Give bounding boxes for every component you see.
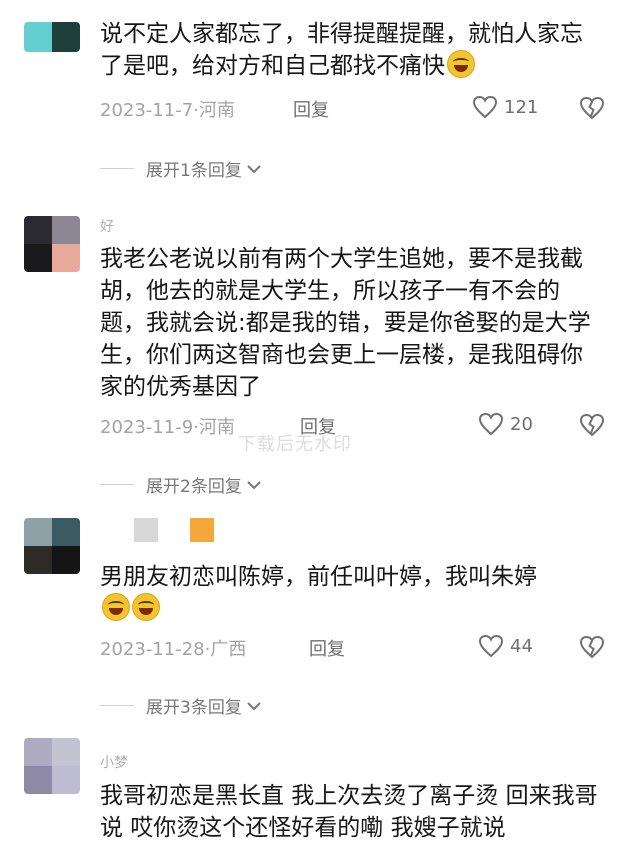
- like-count: 121: [504, 96, 539, 118]
- expand-replies-button[interactable]: 展开3条回复: [100, 693, 262, 718]
- comment-meta: 2023-11-7·河南: [100, 96, 235, 122]
- avatar[interactable]: [24, 518, 80, 574]
- expand-replies-label: 展开2条回复: [146, 477, 242, 497]
- avatar[interactable]: [24, 216, 80, 272]
- username-badge: [134, 518, 158, 542]
- comment-text-content: 说不定人家都忘了，非得提醒提醒，就怕人家忘了是吧，给对方和自己都找不痛快: [100, 21, 583, 79]
- avatar-block: [24, 518, 52, 546]
- comment-location: 河南: [198, 100, 235, 121]
- avatar-block: [24, 546, 52, 574]
- avatar-block: [52, 546, 80, 574]
- comment-meta: 2023-11-28·广西: [100, 635, 246, 661]
- chevron-down-icon: [247, 480, 261, 489]
- laughing-emoji-icon: [447, 50, 475, 78]
- broken-heart-icon[interactable]: [579, 635, 605, 659]
- expand-divider: [100, 168, 134, 169]
- reply-button[interactable]: 回复: [309, 635, 345, 661]
- laughing-emoji-icon: [102, 593, 130, 621]
- heart-outline-icon: [478, 412, 504, 436]
- broken-heart-icon[interactable]: [579, 413, 605, 437]
- avatar-block: [52, 738, 80, 766]
- like-count: 20: [510, 413, 533, 435]
- laughing-emoji-icon: [132, 593, 160, 621]
- avatar-block: [24, 22, 52, 52]
- expand-divider: [100, 484, 134, 485]
- avatar-block: [24, 244, 52, 272]
- avatar-block: [52, 518, 80, 546]
- expand-replies-label: 展开1条回复: [146, 161, 242, 181]
- comment-text-content: 男朋友初恋叫陈婷，前任叫叶婷，我叫朱婷: [100, 564, 537, 590]
- comment-text: 说不定人家都忘了，非得提醒提醒，就怕人家忘了是吧，给对方和自己都找不痛快: [100, 18, 600, 82]
- expand-replies-label: 展开3条回复: [146, 698, 242, 718]
- like-button[interactable]: 121: [472, 95, 538, 119]
- expand-replies-button[interactable]: 展开1条回复: [100, 156, 262, 181]
- username-badge: [190, 518, 214, 542]
- chevron-down-icon: [247, 164, 261, 173]
- like-button[interactable]: 44: [478, 634, 533, 658]
- avatar-block: [52, 244, 80, 272]
- comment-text: 我老公老说以前有两个大学生追她，要不是我截胡，他去的就是大学生，所以孩子一有不会…: [100, 246, 591, 400]
- avatar-block: [52, 216, 80, 244]
- comment-username[interactable]: 小梦: [100, 752, 128, 772]
- comment-meta: 2023-11-9·河南: [100, 413, 235, 439]
- avatar-block: [52, 22, 80, 52]
- heart-outline-icon: [472, 95, 498, 119]
- avatar-block: [24, 766, 52, 794]
- comment-username[interactable]: 好: [100, 216, 114, 236]
- avatar[interactable]: [24, 738, 80, 794]
- avatar-block: [52, 766, 80, 794]
- comment-date: 2023-11-9: [100, 417, 194, 438]
- chevron-down-icon: [247, 701, 261, 710]
- comment-location: 广西: [210, 639, 247, 660]
- comment-text: 男朋友初恋叫陈婷，前任叫叶婷，我叫朱婷: [100, 561, 600, 625]
- avatar[interactable]: [24, 22, 80, 52]
- comment-location: 河南: [198, 417, 235, 438]
- reply-button[interactable]: 回复: [293, 96, 329, 122]
- avatar-block: [24, 216, 52, 244]
- expand-replies-button[interactable]: 展开2条回复: [100, 472, 262, 497]
- broken-heart-icon[interactable]: [579, 96, 605, 120]
- comment-text: 我哥初恋是黑长直 我上次去烫了离子烫 回来我哥说 哎你烫这个还怪好看的嘞 我嫂子…: [100, 783, 598, 841]
- expand-divider: [100, 705, 134, 706]
- watermark-text: 下载后无水印: [238, 434, 352, 455]
- heart-outline-icon: [478, 634, 504, 658]
- like-button[interactable]: 20: [478, 412, 533, 436]
- avatar-block: [24, 738, 52, 766]
- comment-date: 2023-11-7: [100, 100, 194, 121]
- like-count: 44: [510, 635, 533, 657]
- comment-date: 2023-11-28: [100, 639, 205, 660]
